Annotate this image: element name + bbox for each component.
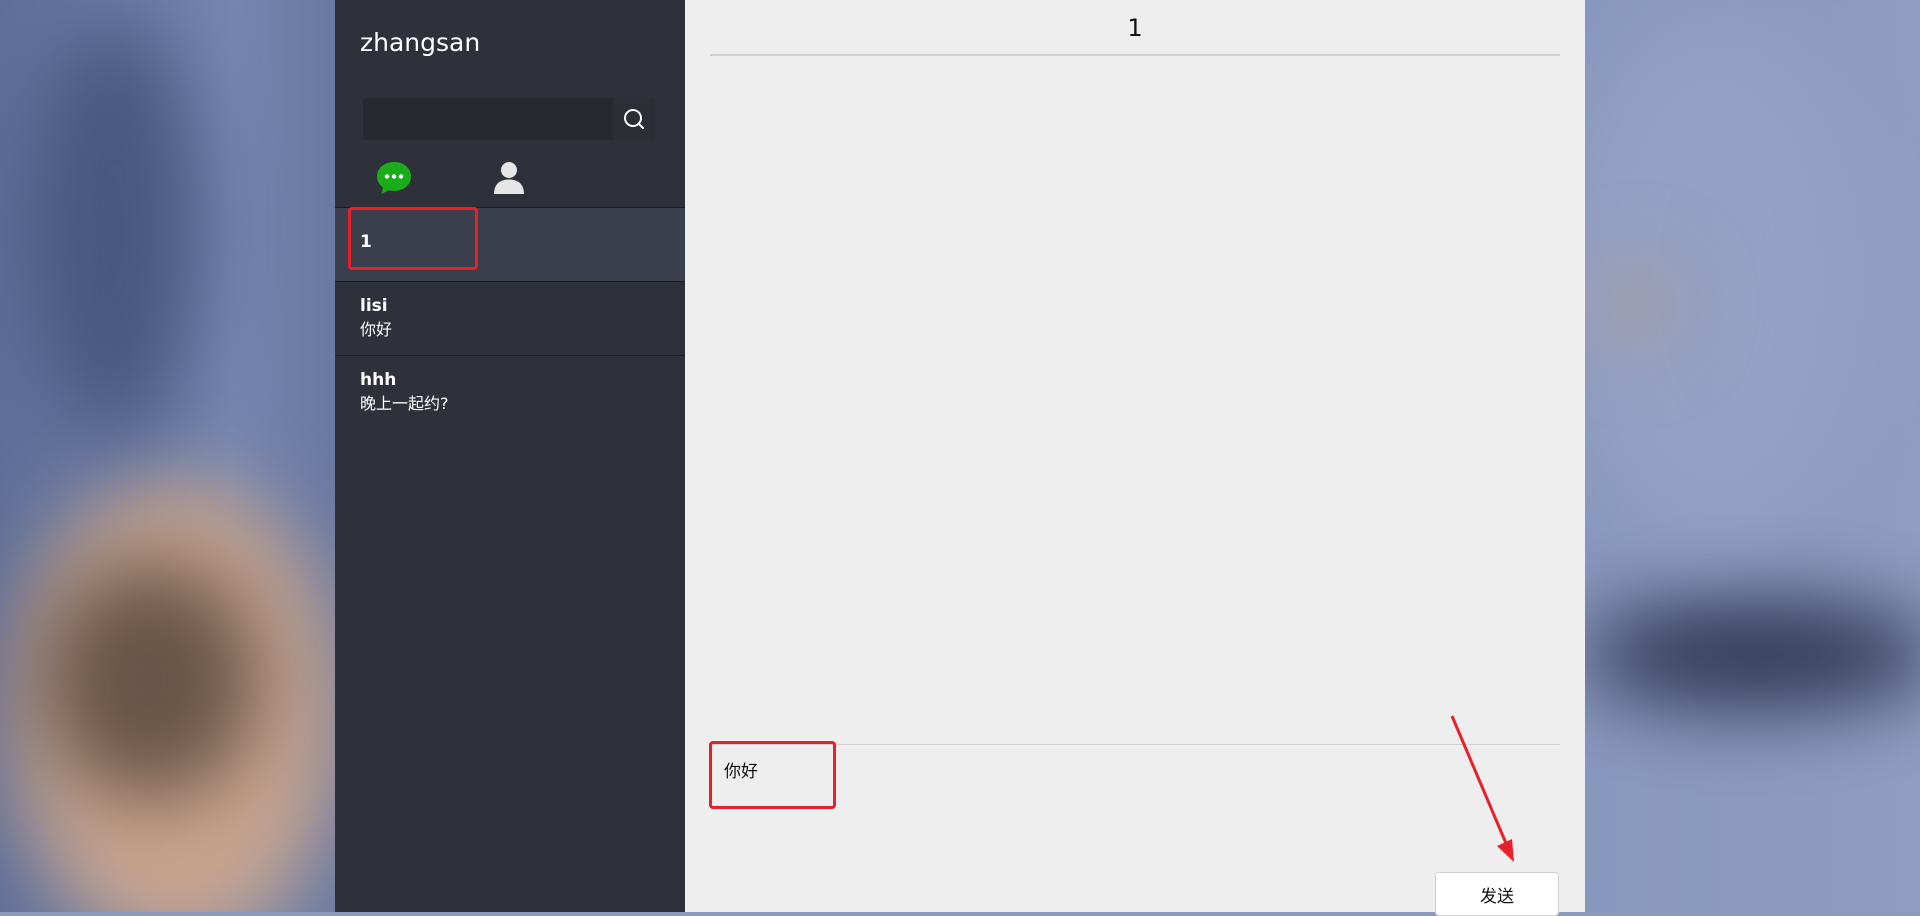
chat-item-name: hhh bbox=[360, 370, 397, 390]
search-icon bbox=[624, 109, 644, 129]
message-input[interactable]: 你好 bbox=[710, 745, 1560, 865]
chat-item-preview: 你好 bbox=[360, 320, 393, 339]
conversation-pane: 1 你好 bbox=[685, 0, 1585, 912]
chat-item-name: lisi bbox=[360, 296, 388, 316]
current-username: zhangsan bbox=[360, 28, 481, 57]
chat-app-window: zhangsan 1 lisi 你好 hhh 晚上一起约? 1 你好 bbox=[335, 0, 1585, 912]
chat-list-item[interactable]: 1 bbox=[335, 207, 685, 281]
chat-item-name: 1 bbox=[360, 232, 372, 252]
conversation-title: 1 bbox=[710, 0, 1560, 56]
tab-contacts[interactable] bbox=[489, 158, 529, 198]
tab-chats[interactable] bbox=[374, 158, 414, 198]
search-box bbox=[363, 98, 655, 140]
chat-item-preview: 晚上一起约? bbox=[360, 394, 449, 413]
search-button[interactable] bbox=[613, 98, 655, 140]
search-input[interactable] bbox=[363, 98, 613, 140]
chat-list-item[interactable]: lisi 你好 bbox=[335, 281, 685, 355]
message-area[interactable] bbox=[710, 58, 1560, 742]
chat-list-item[interactable]: hhh 晚上一起约? bbox=[335, 355, 685, 429]
sidebar: zhangsan 1 lisi 你好 hhh 晚上一起约? bbox=[335, 0, 685, 912]
nav-tabs bbox=[335, 158, 685, 208]
chat-list: 1 lisi 你好 hhh 晚上一起约? bbox=[335, 207, 685, 429]
send-button[interactable]: 发送 bbox=[1435, 872, 1559, 916]
chat-bubble-icon bbox=[377, 162, 411, 194]
person-icon bbox=[494, 162, 524, 194]
